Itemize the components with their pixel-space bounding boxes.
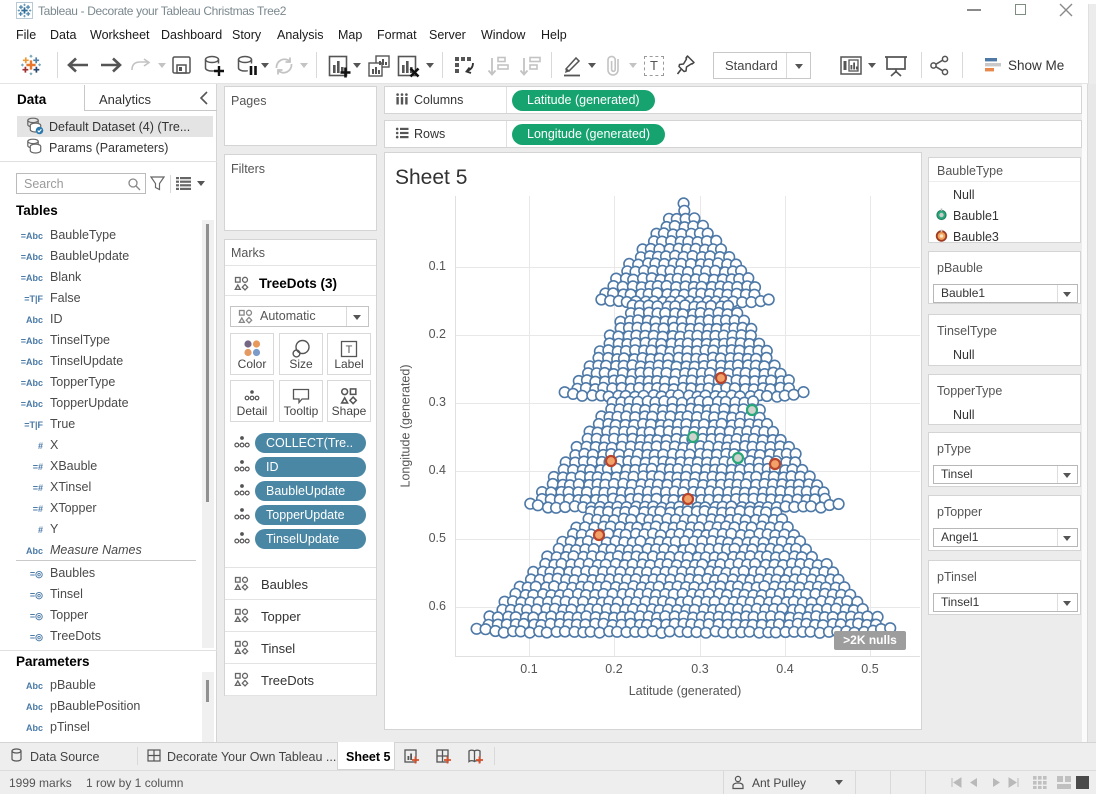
svg-text:T: T — [346, 344, 353, 356]
